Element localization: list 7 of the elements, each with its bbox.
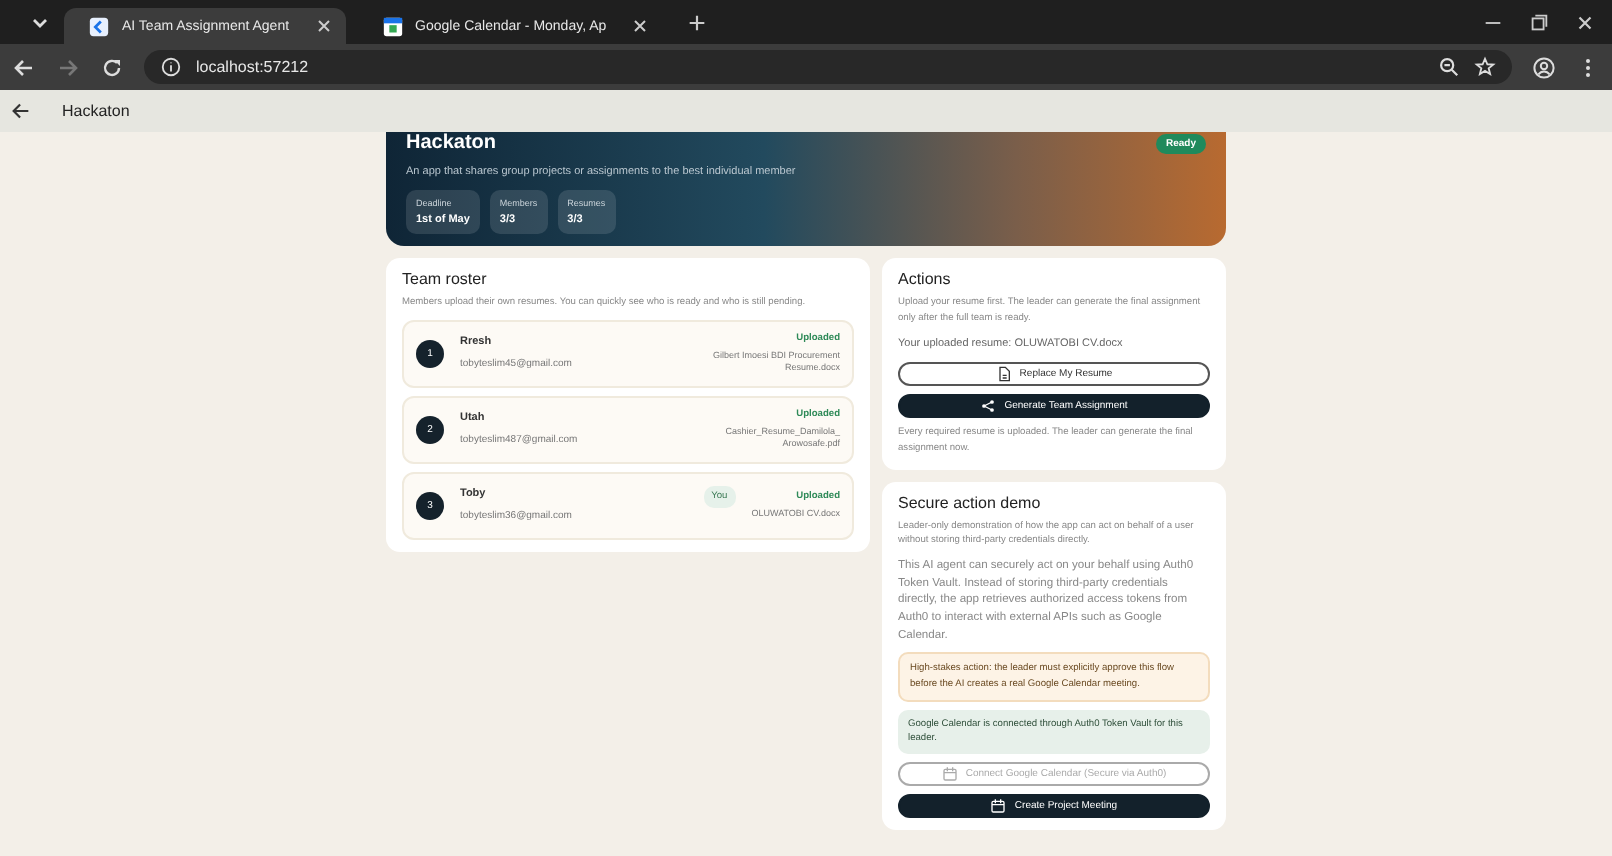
- address-field[interactable]: localhost:57212: [144, 50, 1512, 84]
- card-title: Actions: [898, 270, 953, 288]
- url-text: localhost:57212: [196, 58, 309, 76]
- hero-title: Hackaton: [406, 132, 497, 154]
- card-title: Team roster: [402, 270, 489, 288]
- card-title: Secure action demo: [898, 493, 1043, 512]
- app-title: Hackaton: [62, 102, 130, 120]
